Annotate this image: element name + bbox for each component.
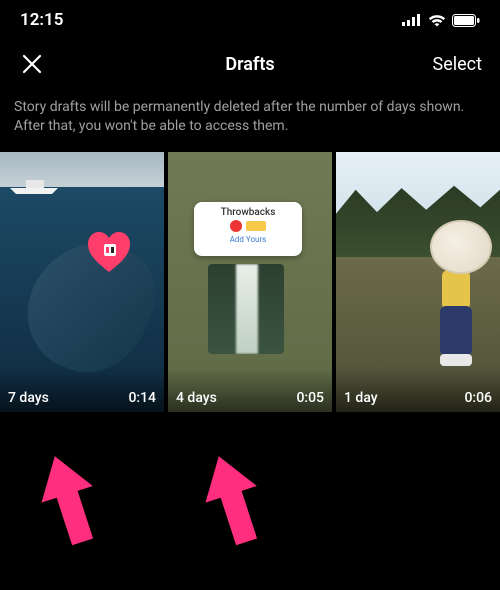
child-illustration [413,226,488,366]
close-button[interactable] [18,50,46,78]
info-text: Story drafts will be permanently deleted… [0,88,500,152]
select-button[interactable]: Select [433,54,482,75]
heart-sticker-icon [86,230,132,276]
sticker-add-yours: Add Yours [199,235,297,244]
status-indicators [402,14,480,27]
draft-duration: 0:14 [128,390,156,406]
status-time: 12:15 [20,10,63,30]
draft-expiry: 4 days [176,390,217,406]
draft-overlay: 4 days 0:05 [168,368,332,412]
battery-icon [452,14,480,27]
draft-thumbnail: 1 day 0:06 [336,152,500,412]
draft-expiry: 7 days [8,390,49,406]
annotation-arrow-icon [196,450,270,550]
cellular-signal-icon [402,14,422,26]
draft-overlay: 7 days 0:14 [0,368,164,412]
annotation-arrow-icon [32,450,106,550]
draft-item[interactable]: Throwbacks Add Yours 4 days 0:05 [168,152,332,412]
draft-expiry: 1 day [344,390,378,406]
draft-item[interactable]: 7 days 0:14 [0,152,164,412]
draft-overlay: 1 day 0:06 [336,368,500,412]
draft-duration: 0:05 [296,390,324,406]
throwbacks-sticker: Throwbacks Add Yours [194,202,302,256]
draft-item[interactable]: 1 day 0:06 [336,152,500,412]
boat-illustration [8,178,60,196]
draft-thumbnail: 7 days 0:14 [0,152,164,412]
waterfall-photo [208,264,284,354]
draft-thumbnail: Throwbacks Add Yours 4 days 0:05 [168,152,332,412]
nav-bar: Drafts Select [0,40,500,88]
draft-duration: 0:06 [464,390,492,406]
drafts-grid: 7 days 0:14 Throwbacks Add Yours 4 days … [0,152,500,412]
sticker-label: Throwbacks [199,207,297,218]
wifi-icon [428,14,446,27]
page-title: Drafts [0,54,500,75]
status-bar: 12:15 [0,0,500,40]
close-icon [21,53,43,75]
